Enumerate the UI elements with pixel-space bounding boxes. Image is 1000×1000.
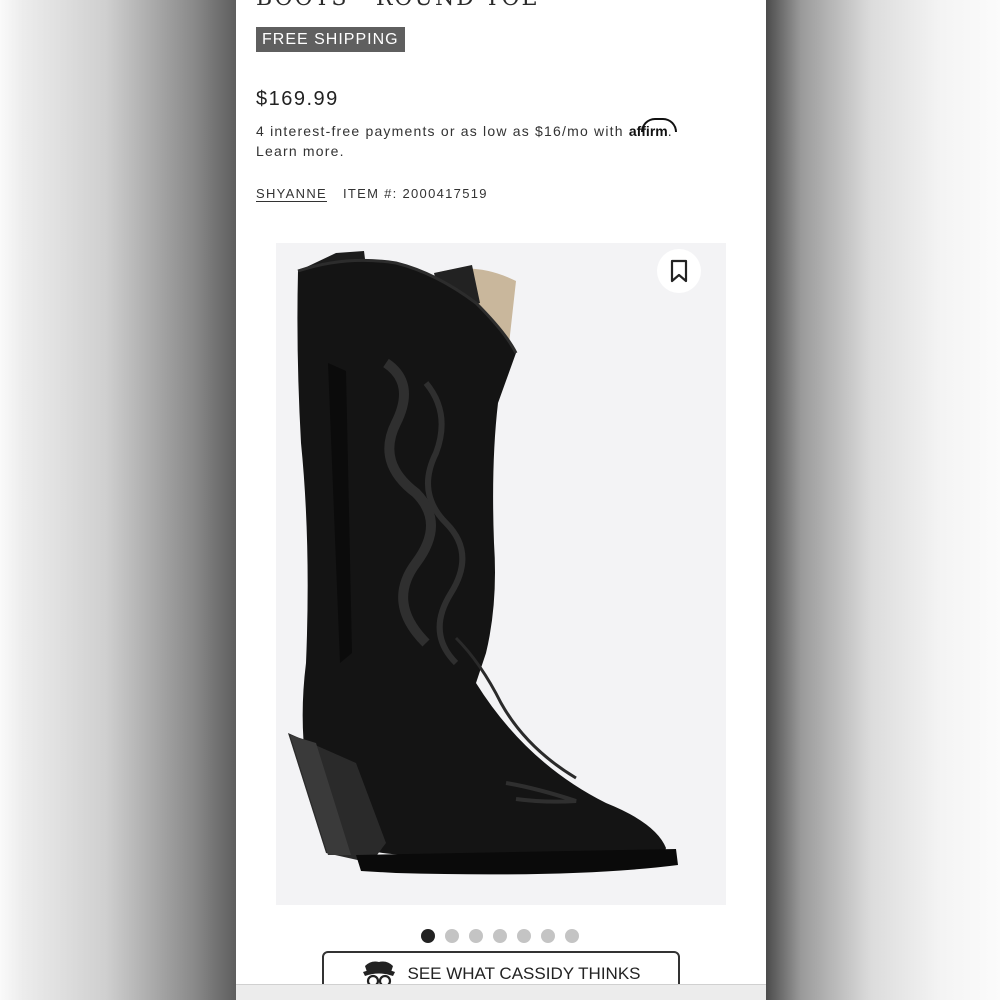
bottom-bar	[236, 984, 766, 1000]
carousel-dot[interactable]	[517, 929, 531, 943]
boot-image	[288, 251, 678, 875]
background-right	[766, 0, 1000, 1000]
item-number: ITEM #: 2000417519	[342, 186, 488, 201]
learn-more-link[interactable]: Learn more.	[256, 143, 345, 159]
image-carousel-dots	[421, 929, 579, 943]
installment-text: 4 interest-free payments or as low as $1…	[256, 123, 624, 139]
carousel-dot[interactable]	[469, 929, 483, 943]
installment-info: 4 interest-free payments or as low as $1…	[256, 121, 736, 161]
bookmark-icon	[670, 259, 688, 283]
product-title: BOOTS - ROUND TOE	[256, 0, 540, 11]
carousel-dot[interactable]	[445, 929, 459, 943]
affirm-logo: affirm	[628, 123, 668, 139]
cassidy-button-label: SEE WHAT CASSIDY THINKS	[407, 964, 641, 983]
carousel-dot[interactable]	[421, 929, 435, 943]
product-image[interactable]	[276, 243, 726, 905]
brand-link[interactable]: SHYANNE	[256, 186, 327, 201]
carousel-dot[interactable]	[541, 929, 555, 943]
background-left	[0, 0, 236, 1000]
product-page: BOOTS - ROUND TOE FREE SHIPPING $169.99 …	[236, 0, 766, 1000]
product-price: $169.99	[256, 88, 339, 110]
free-shipping-badge: FREE SHIPPING	[256, 27, 405, 52]
save-to-wishlist-button[interactable]	[657, 249, 701, 293]
carousel-dot[interactable]	[493, 929, 507, 943]
product-meta: SHYANNE ITEM #: 2000417519	[256, 186, 488, 201]
carousel-dot[interactable]	[565, 929, 579, 943]
